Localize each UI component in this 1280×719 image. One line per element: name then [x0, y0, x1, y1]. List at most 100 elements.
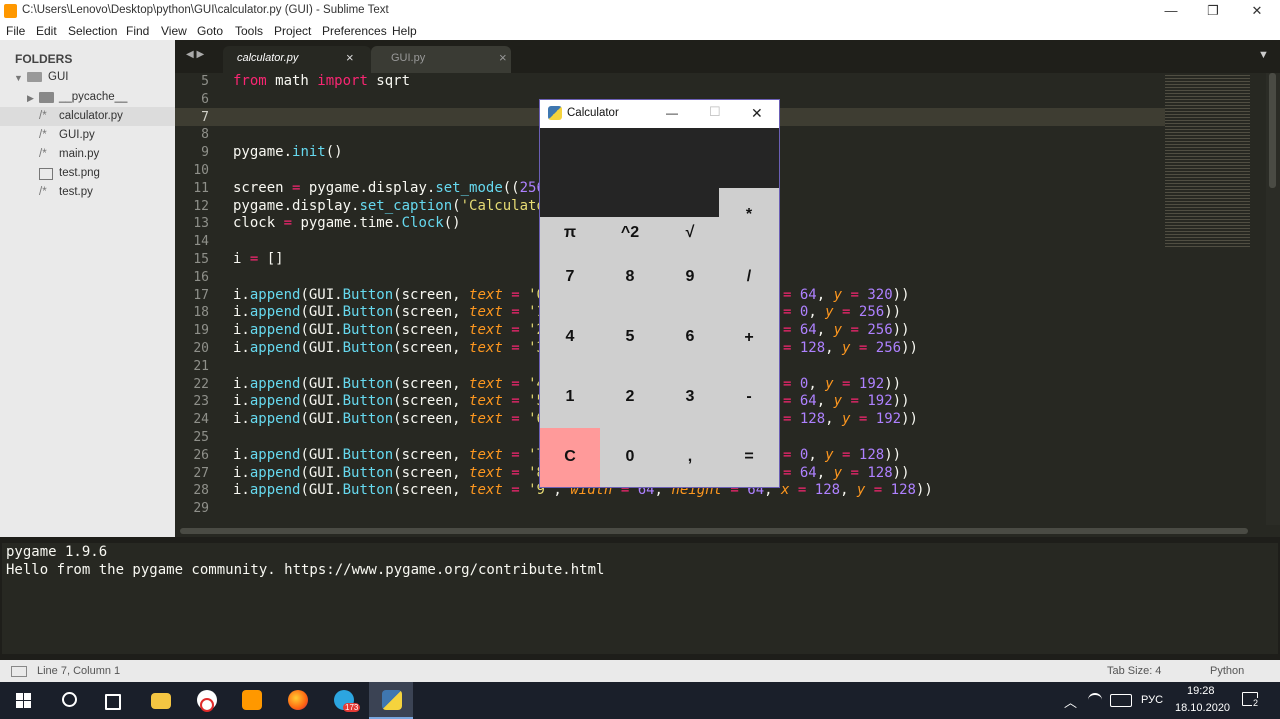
menu-help[interactable]: Help — [392, 24, 417, 38]
horizontal-scrollbar[interactable] — [175, 525, 1280, 537]
line-number: 10 — [193, 163, 209, 178]
line-number: 20 — [193, 341, 209, 356]
line-number: 29 — [193, 501, 209, 517]
digit-9-button[interactable]: 9 — [660, 248, 720, 308]
yandex-browser-icon[interactable] — [184, 682, 228, 719]
minimize-button[interactable]: — — [1148, 0, 1194, 22]
menu-file[interactable]: File — [6, 24, 25, 38]
clock-time[interactable]: 19:28 — [1187, 685, 1215, 697]
digit-3-button[interactable]: 3 — [660, 368, 720, 428]
calculator-minimize-button[interactable]: — — [666, 106, 678, 120]
line-number: 9 — [201, 145, 209, 161]
tab-close-icon[interactable]: × — [499, 50, 507, 65]
button-label: 7 — [565, 268, 575, 285]
line-number: 24 — [193, 412, 209, 428]
tab-dropdown-icon[interactable]: ▼ — [1258, 49, 1269, 61]
button-label: / — [746, 268, 752, 285]
sidebar-item-test-py[interactable]: /* test.py — [0, 183, 175, 202]
scrollbar-thumb[interactable] — [1269, 73, 1276, 188]
multiply-button[interactable]: * — [719, 188, 779, 248]
python-icon[interactable] — [369, 682, 413, 719]
line-number: 13 — [193, 216, 209, 232]
menu-tools[interactable]: Tools — [235, 24, 263, 38]
sidebar-item-main[interactable]: /* main.py — [0, 145, 175, 164]
menu-preferences[interactable]: Preferences — [322, 24, 387, 38]
sidebar-item-test-png[interactable]: test.png — [0, 164, 175, 183]
tab-close-icon[interactable]: × — [346, 50, 354, 65]
chevron-up-icon[interactable]: ︿ — [1064, 692, 1077, 711]
sidebar-item-gui[interactable]: /* GUI.py — [0, 126, 175, 145]
comma-button[interactable]: , — [660, 428, 720, 487]
digit-0-button[interactable]: 0 — [600, 428, 660, 487]
line-number: 12 — [193, 198, 209, 214]
python-icon — [548, 106, 562, 120]
vertical-scrollbar[interactable] — [1266, 73, 1280, 525]
tab-gui[interactable]: GUI.py × — [371, 46, 511, 73]
sqrt-button[interactable]: √ — [660, 217, 720, 248]
calculator-display — [540, 128, 779, 188]
search-icon[interactable] — [46, 682, 90, 719]
menu-view[interactable]: View — [161, 24, 187, 38]
line-number: 25 — [193, 430, 209, 445]
digit-8-button[interactable]: 8 — [600, 248, 660, 308]
plus-button[interactable]: + — [719, 308, 779, 368]
line-number: 6 — [201, 91, 209, 107]
syntax-mode[interactable]: Python — [1210, 665, 1244, 677]
digit-6-button[interactable]: 6 — [660, 308, 720, 368]
taskbar: 173 ︿ РУС 19:28 18.10.2020 2 — [0, 682, 1280, 719]
sidebar-folder-gui[interactable]: ▼ GUI — [0, 68, 175, 87]
code-line-19-end: = 64, y = 256)) — [783, 322, 910, 339]
close-button[interactable]: ✕ — [1234, 0, 1280, 22]
pi-button[interactable]: π — [540, 217, 600, 248]
sublime-text-icon[interactable] — [229, 682, 273, 719]
keyboard-icon[interactable] — [1110, 694, 1132, 707]
digit-2-button[interactable]: 2 — [600, 368, 660, 428]
file-icon: /* — [39, 129, 47, 141]
window-title: C:\Users\Lenovo\Desktop\python\GUI\calcu… — [22, 4, 389, 16]
scrollbar-thumb[interactable] — [180, 528, 1248, 534]
language-indicator[interactable]: РУС — [1141, 694, 1163, 706]
square-button[interactable]: ^2 — [600, 217, 660, 248]
task-view-icon[interactable] — [90, 682, 134, 719]
minimap-code — [1165, 73, 1250, 248]
digit-7-button[interactable]: 7 — [540, 248, 600, 308]
sidebar-item-pycache[interactable]: ▶ __pycache__ — [0, 88, 175, 107]
menu-project[interactable]: Project — [274, 24, 311, 38]
calculator-title: Calculator — [567, 107, 619, 119]
line-number: 21 — [193, 358, 209, 374]
file-explorer-icon[interactable] — [138, 682, 182, 719]
maximize-button[interactable]: ❐ — [1190, 0, 1236, 22]
minus-button[interactable]: - — [719, 368, 779, 428]
calculator-maximize-button[interactable]: ☐ — [709, 104, 721, 120]
digit-1-button[interactable]: 1 — [540, 368, 600, 428]
digit-5-button[interactable]: 5 — [600, 308, 660, 368]
sidebar-item-calculator[interactable]: /* calculator.py — [0, 107, 175, 126]
code-line-17-end: = 64, y = 320)) — [783, 286, 910, 303]
menu-find[interactable]: Find — [126, 24, 149, 38]
network-icon[interactable] — [1088, 693, 1102, 707]
minimap[interactable] — [1165, 73, 1265, 525]
code-line-20: i.append(GUI.Button(screen, text = '3 — [233, 340, 545, 356]
menu-edit[interactable]: Edit — [36, 24, 57, 38]
code-line-27-end: = 64, y = 128)) — [783, 464, 910, 481]
windows-start-icon[interactable] — [2, 682, 46, 719]
tab-nav-arrows[interactable]: ◀ ▶ — [186, 49, 204, 60]
calculator-close-button[interactable]: ✕ — [751, 105, 763, 122]
divide-button[interactable]: / — [719, 248, 779, 308]
tab-calculator[interactable]: calculator.py × — [223, 46, 371, 73]
clock-date[interactable]: 18.10.2020 — [1175, 702, 1230, 714]
firefox-icon[interactable] — [275, 682, 319, 719]
console-body[interactable]: pygame 1.9.6 Hello from the pygame commu… — [2, 543, 1278, 654]
tab-size[interactable]: Tab Size: 4 — [1107, 665, 1161, 677]
panel-toggle-icon[interactable] — [11, 666, 27, 677]
code-line-20-end: = 128, y = 256)) — [783, 340, 918, 356]
menu-goto[interactable]: Goto — [197, 24, 223, 38]
button-label: 6 — [685, 328, 695, 345]
line-number: 8 — [201, 127, 209, 143]
button-label: π — [563, 224, 577, 241]
telegram-icon[interactable]: 173 — [321, 682, 365, 719]
menu-selection[interactable]: Selection — [68, 24, 117, 38]
clear-button[interactable]: C — [540, 428, 600, 487]
digit-4-button[interactable]: 4 — [540, 308, 600, 368]
equals-button[interactable]: = — [719, 428, 779, 487]
